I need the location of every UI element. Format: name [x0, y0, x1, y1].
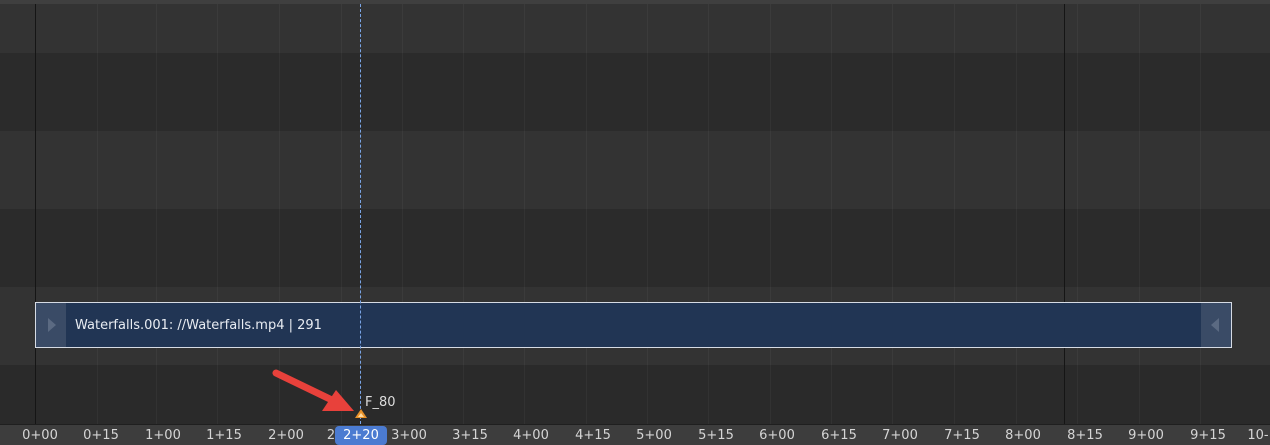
handle-right-arrow-icon: [1211, 318, 1219, 332]
channel-row-4[interactable]: [0, 131, 1270, 209]
ruler-tick-label: 4+15: [575, 428, 611, 443]
grid-line: [279, 4, 280, 424]
current-frame-indicator[interactable]: 2+20: [335, 426, 387, 445]
ruler-tick-label: 7+15: [944, 428, 980, 443]
ruler-tick-label: 6+15: [821, 428, 857, 443]
ruler-tick-label: 2: [326, 428, 336, 443]
ruler-tick-label: 1+15: [206, 428, 242, 443]
grid-line: [524, 4, 525, 424]
marker-label: F_80: [365, 395, 396, 410]
channel-row-3[interactable]: [0, 209, 1270, 287]
grid-line: [770, 4, 771, 424]
ruler-tick-label: 3+00: [391, 428, 427, 443]
ruler-tick-label: 7+00: [882, 428, 918, 443]
channel-row-6[interactable]: [0, 4, 1270, 53]
grid-line: [97, 4, 98, 424]
ruler-tick-label: 4+00: [513, 428, 549, 443]
grid-line: [217, 4, 218, 424]
strip-left-handle[interactable]: [36, 303, 66, 347]
ruler-tick-label: 1+00: [145, 428, 181, 443]
ruler-tick-label: 0+00: [22, 428, 58, 443]
grid-line: [586, 4, 587, 424]
grid-line: [954, 4, 955, 424]
scene-start-line: [35, 4, 36, 424]
playhead-line[interactable]: [360, 4, 361, 424]
handle-left-arrow-icon: [48, 318, 56, 332]
ruler-tick-label: 2+00: [268, 428, 304, 443]
grid-line: [708, 4, 709, 424]
scene-end-line: [1064, 4, 1065, 424]
grid-line: [1016, 4, 1017, 424]
ruler-tick-label: 9+00: [1128, 428, 1164, 443]
ruler-tick-label: 3+15: [452, 428, 488, 443]
ruler-tick-label: 8+00: [1005, 428, 1041, 443]
ruler-tick-label: 5+15: [698, 428, 734, 443]
channel-row-5[interactable]: [0, 53, 1270, 131]
marker-highlight: [358, 413, 364, 417]
grid-line: [463, 4, 464, 424]
grid-line: [341, 4, 342, 424]
grid-line: [402, 4, 403, 424]
strip-right-handle[interactable]: [1201, 303, 1231, 347]
ruler-tick-label: 9+15: [1190, 428, 1226, 443]
ruler-tick-label: 5+00: [636, 428, 672, 443]
grid-line: [647, 4, 648, 424]
ruler-tick-label: 8+15: [1067, 428, 1103, 443]
grid-line: [156, 4, 157, 424]
ruler-tick-label: 0+15: [83, 428, 119, 443]
time-ruler[interactable]: 0+00 0+15 1+00 1+15 2+00 2 3+00 3+15 4+0…: [0, 424, 1270, 445]
grid-line: [1139, 4, 1140, 424]
ruler-tick-label: 6+00: [759, 428, 795, 443]
sequencer-timeline[interactable]: Waterfalls.001: //Waterfalls.mp4 | 291 F…: [0, 0, 1270, 445]
strip-label: Waterfalls.001: //Waterfalls.mp4 | 291: [75, 318, 322, 333]
channel-row-1[interactable]: [0, 365, 1270, 425]
grid-line: [892, 4, 893, 424]
grid-line: [1200, 4, 1201, 424]
grid-line: [831, 4, 832, 424]
grid-line: [1077, 4, 1078, 424]
movie-strip[interactable]: Waterfalls.001: //Waterfalls.mp4 | 291: [35, 302, 1232, 348]
ruler-tick-label: 10-: [1247, 428, 1269, 443]
